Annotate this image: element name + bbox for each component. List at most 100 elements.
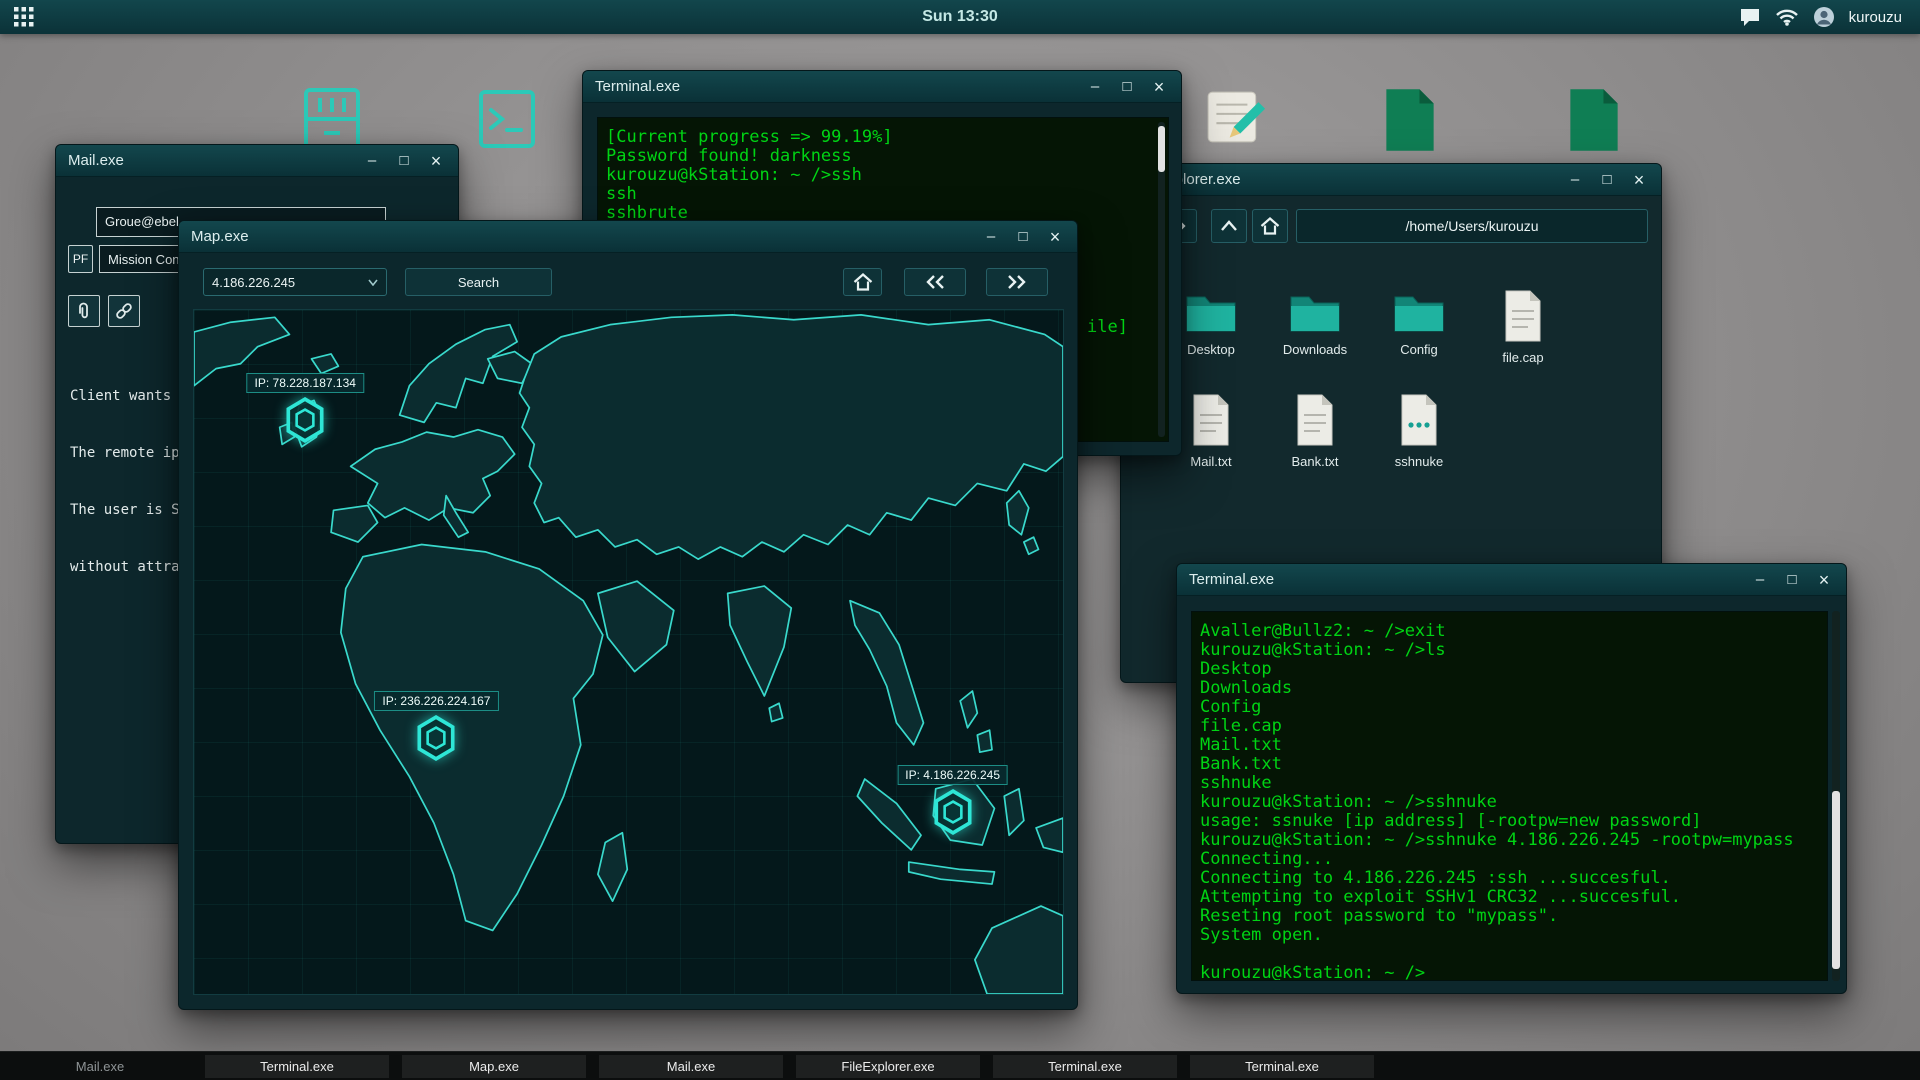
close-button[interactable]: × bbox=[1045, 222, 1065, 252]
ip-marker-label: IP: 78.228.187.134 bbox=[247, 373, 364, 393]
chevron-up-icon bbox=[1220, 219, 1238, 233]
map-forward-button[interactable] bbox=[986, 268, 1048, 296]
scrollbar-thumb[interactable] bbox=[1158, 126, 1165, 172]
maximize-button[interactable]: □ bbox=[1117, 72, 1137, 102]
window-title: Mail.exe bbox=[68, 152, 124, 169]
folder-icon bbox=[1391, 289, 1447, 335]
desktop-icon-notes[interactable] bbox=[1204, 86, 1266, 153]
map-home-button[interactable] bbox=[843, 268, 882, 296]
ip-marker[interactable] bbox=[283, 396, 327, 444]
terminal-line: Mail.txt bbox=[1200, 736, 1827, 755]
terminal-line: Reseting root password to "mypass". bbox=[1200, 907, 1827, 926]
document-icon bbox=[1384, 86, 1436, 154]
maximize-button[interactable]: □ bbox=[1782, 565, 1802, 595]
taskbar-item-terminal-2[interactable]: Terminal.exe bbox=[993, 1055, 1177, 1078]
top-menu-bar: Sun 13:30 kurouzu bbox=[0, 0, 1920, 34]
folder-icon bbox=[1287, 289, 1343, 335]
taskbar-item-fileexplorer[interactable]: FileExplorer.exe bbox=[796, 1055, 980, 1078]
minimize-button[interactable]: – bbox=[1750, 565, 1770, 595]
scrollbar-thumb[interactable] bbox=[1832, 791, 1840, 969]
file-icon bbox=[1189, 393, 1233, 447]
desktop-icon-terminal[interactable] bbox=[475, 86, 539, 157]
file-label: Mail.txt bbox=[1190, 454, 1231, 469]
explorer-path-field[interactable]: /home/Users/kurouzu bbox=[1296, 209, 1648, 243]
double-chevron-right-icon bbox=[1004, 273, 1030, 291]
map-titlebar[interactable]: Map.exe – □ × bbox=[179, 221, 1077, 253]
close-button[interactable]: × bbox=[1814, 565, 1834, 595]
taskbar-item-map[interactable]: Map.exe bbox=[402, 1055, 586, 1078]
terminal-line: System open. bbox=[1200, 926, 1827, 945]
executable-file-icon bbox=[1397, 393, 1441, 447]
terminal-titlebar[interactable]: Terminal.exe – □ × bbox=[583, 71, 1181, 103]
terminal-scrollbar[interactable] bbox=[1832, 611, 1840, 981]
file-label: Config bbox=[1400, 342, 1438, 357]
minimize-button[interactable]: – bbox=[362, 146, 382, 176]
taskbar-item-mail[interactable]: Mail.exe bbox=[8, 1055, 192, 1078]
terminal-line: Desktop bbox=[1200, 660, 1827, 679]
terminal-line: Avaller@Bullz2: ~ />exit bbox=[1200, 622, 1827, 641]
mail-pf-button[interactable]: PF bbox=[68, 245, 93, 273]
terminal-line: sshnuke bbox=[1200, 774, 1827, 793]
terminal-bottom-window: Terminal.exe – □ × Avaller@Bullz2: ~ />e… bbox=[1176, 563, 1847, 994]
clock: Sun 13:30 bbox=[0, 8, 1920, 26]
window-title: Map.exe bbox=[191, 228, 249, 245]
explorer-titlebar[interactable]: FileExplorer.exe – □ × bbox=[1121, 164, 1661, 196]
terminal-line: file.cap bbox=[1200, 717, 1827, 736]
terminal-line: kurouzu@kStation: ~ />ssh bbox=[606, 166, 1168, 185]
taskbar-item-terminal-1[interactable]: Terminal.exe bbox=[205, 1055, 389, 1078]
maximize-button[interactable]: □ bbox=[1013, 222, 1033, 252]
hexagon-node-icon bbox=[283, 396, 327, 444]
world-map[interactable]: IP: 78.228.187.134 IP: 236.226.224.167 I… bbox=[193, 309, 1064, 995]
terminal-line: Bank.txt bbox=[1200, 755, 1827, 774]
explorer-up-button[interactable] bbox=[1211, 209, 1247, 243]
explorer-home-button[interactable] bbox=[1252, 209, 1288, 243]
file-label: Bank.txt bbox=[1292, 454, 1339, 469]
map-back-button[interactable] bbox=[904, 268, 966, 296]
desktop-icon-document-2[interactable] bbox=[1568, 86, 1620, 159]
terminal-line: kurouzu@kStation: ~ />ls bbox=[1200, 641, 1827, 660]
close-button[interactable]: × bbox=[426, 146, 446, 176]
folder-icon bbox=[1183, 289, 1239, 335]
maximize-button[interactable]: □ bbox=[394, 146, 414, 176]
terminal-line: Config bbox=[1200, 698, 1827, 717]
terminal-line: usage: ssnuke [ip address] [-rootpw=new … bbox=[1200, 812, 1827, 831]
double-chevron-left-icon bbox=[922, 273, 948, 291]
explorer-item-sshnuke[interactable]: sshnuke bbox=[1367, 386, 1471, 490]
mail-titlebar[interactable]: Mail.exe – □ × bbox=[56, 145, 458, 177]
terminal-icon bbox=[475, 86, 539, 152]
cabinet-icon bbox=[300, 86, 364, 152]
map-search-button[interactable]: Search bbox=[405, 268, 552, 296]
ip-marker[interactable] bbox=[414, 714, 458, 762]
terminal-titlebar[interactable]: Terminal.exe – □ × bbox=[1177, 564, 1846, 596]
taskbar-item-terminal-3[interactable]: Terminal.exe bbox=[1190, 1055, 1374, 1078]
explorer-item-config[interactable]: Config bbox=[1367, 282, 1471, 386]
mail-attach-button[interactable] bbox=[68, 295, 100, 327]
terminal-line: kurouzu@kStation: ~ /> bbox=[1200, 964, 1827, 981]
document-icon bbox=[1568, 86, 1620, 154]
maximize-button[interactable]: □ bbox=[1597, 165, 1617, 195]
explorer-item-downloads[interactable]: Downloads bbox=[1263, 282, 1367, 386]
desktop-icon-document-1[interactable] bbox=[1384, 86, 1436, 159]
taskbar-item-mail-2[interactable]: Mail.exe bbox=[599, 1055, 783, 1078]
explorer-item-filecap[interactable]: file.cap bbox=[1471, 282, 1575, 386]
map-window: Map.exe – □ × 4.186.226.245 Search bbox=[178, 220, 1078, 1010]
ip-marker[interactable] bbox=[931, 788, 975, 836]
terminal-scrollbar[interactable] bbox=[1158, 122, 1165, 437]
mail-link-button[interactable] bbox=[108, 295, 140, 327]
terminal-line: kurouzu@kStation: ~ />sshnuke 4.186.226.… bbox=[1200, 831, 1827, 850]
close-button[interactable]: × bbox=[1629, 165, 1649, 195]
terminal-line bbox=[1200, 945, 1827, 964]
map-search-combobox[interactable]: 4.186.226.245 bbox=[203, 268, 387, 296]
terminal-line: Downloads bbox=[1200, 679, 1827, 698]
ip-marker-label: IP: 4.186.226.245 bbox=[897, 765, 1008, 785]
minimize-button[interactable]: – bbox=[981, 222, 1001, 252]
minimize-button[interactable]: – bbox=[1085, 72, 1105, 102]
file-label: file.cap bbox=[1502, 350, 1543, 365]
explorer-item-banktxt[interactable]: Bank.txt bbox=[1263, 386, 1367, 490]
taskbar: Mail.exe Terminal.exe Map.exe Mail.exe F… bbox=[0, 1051, 1920, 1080]
minimize-button[interactable]: – bbox=[1565, 165, 1585, 195]
terminal-line: ssh bbox=[606, 185, 1168, 204]
terminal-line: Password found! darkness bbox=[606, 147, 1168, 166]
close-button[interactable]: × bbox=[1149, 72, 1169, 102]
terminal-output[interactable]: Avaller@Bullz2: ~ />exit kurouzu@kStatio… bbox=[1191, 611, 1828, 981]
